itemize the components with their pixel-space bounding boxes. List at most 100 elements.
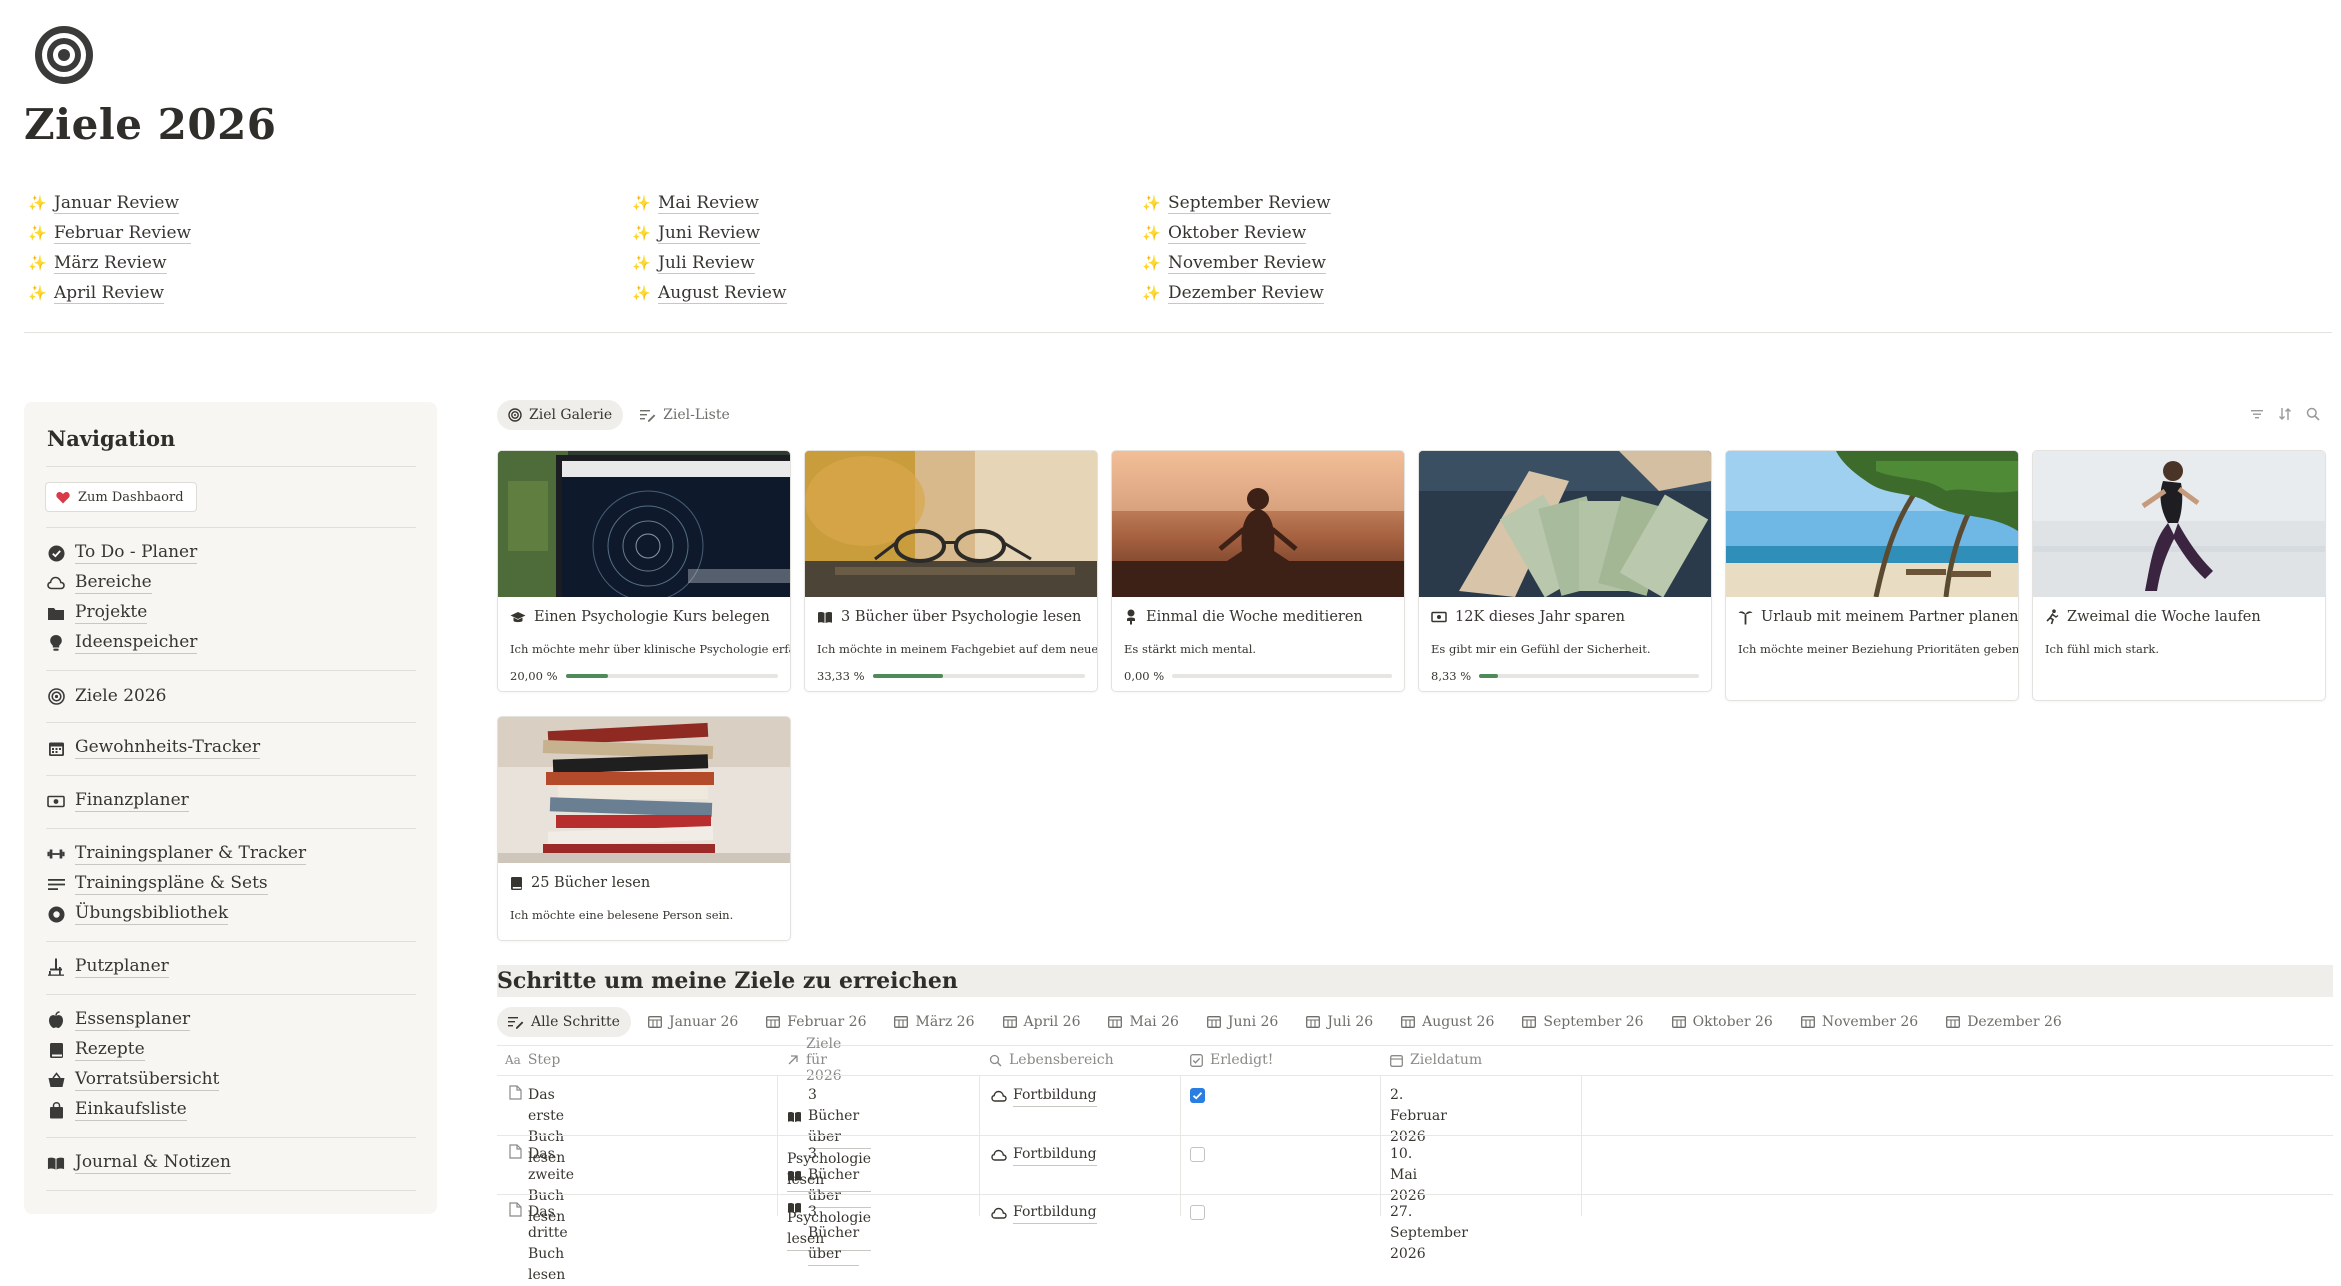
tab-maerz[interactable]: März 26	[883, 1007, 985, 1037]
table-row-date[interactable]: 27. September 2026	[1390, 1202, 1468, 1265]
tab-alle-schritte[interactable]: Alle Schritte	[497, 1007, 631, 1037]
goal-card[interactable]: 25 Bücher lesen Ich möchte eine belesene…	[497, 716, 791, 941]
nav-item-trainingsplaene[interactable]: Trainingspläne & Sets	[47, 869, 268, 899]
progress-bar	[1479, 674, 1699, 678]
table-icon	[1306, 1016, 1321, 1028]
review-link[interactable]: ✨ November Review	[1142, 248, 1331, 278]
done-checkbox[interactable]	[1190, 1088, 1205, 1103]
sparkles-icon: ✨	[1142, 224, 1161, 242]
tab-november[interactable]: November 26	[1790, 1007, 1929, 1037]
target-icon[interactable]	[33, 24, 95, 86]
nav-item-putzplaner[interactable]: Putzplaner	[47, 952, 169, 982]
nav-item-vorratsuebersicht[interactable]: Vorratsübersicht	[47, 1065, 220, 1095]
sparkles-icon: ✨	[28, 194, 47, 212]
target-icon	[508, 408, 522, 422]
review-link[interactable]: ✨ September Review	[1142, 188, 1331, 218]
tab-ziel-liste[interactable]: Ziel-Liste	[629, 400, 741, 430]
column-header-erledigt[interactable]: Erledigt!	[1190, 1045, 1273, 1075]
nav-item-trainingsplaner[interactable]: Trainingsplaner & Tracker	[47, 839, 307, 869]
review-link[interactable]: ✨ Oktober Review	[1142, 218, 1331, 248]
table-row-goal[interactable]: 3 Bücher über	[787, 1202, 860, 1266]
column-header-ziele[interactable]: Ziele für 2026	[787, 1036, 842, 1084]
nav-item-todo-planer[interactable]: To Do - Planer	[47, 538, 198, 568]
goal-card[interactable]: Zweimal die Woche laufen Ich fühl mich s…	[2032, 450, 2326, 701]
goal-card[interactable]: 3 Bücher über Psychologie lesen Ich möch…	[804, 450, 1098, 692]
progress-fill	[872, 674, 944, 678]
column-header-zieldatum[interactable]: Zieldatum	[1390, 1045, 1482, 1075]
goal-title: 25 Bücher lesen	[531, 875, 651, 891]
nav-item-projekte[interactable]: Projekte	[47, 598, 148, 628]
nav-item-gewohnheits-tracker[interactable]: Gewohnheits-Tracker	[47, 733, 261, 763]
goal-description: Ich möchte meiner Beziehung Prioritäten …	[1738, 642, 2018, 656]
sparkles-icon: ✨	[632, 224, 651, 242]
goal-card[interactable]: Einmal die Woche meditieren Es stärkt mi…	[1111, 450, 1405, 692]
tab-juni[interactable]: Juni 26	[1196, 1007, 1289, 1037]
progress-text: 33,33 %	[817, 669, 865, 683]
tab-ziel-galerie[interactable]: Ziel Galerie	[497, 400, 624, 430]
review-column-3: ✨ September Review ✨ Oktober Review ✨ Novem…	[1142, 188, 1331, 308]
tab-januar[interactable]: Januar 26	[637, 1007, 749, 1037]
tab-april[interactable]: April 26	[992, 1007, 1092, 1037]
review-link[interactable]: ✨ Februar Review	[28, 218, 192, 248]
review-link[interactable]: ✨ April Review	[28, 278, 191, 308]
goal-progress: 20,00 %	[498, 661, 790, 691]
table-row-area[interactable]: Fortbildung	[991, 1202, 1097, 1224]
goal-title: Einen Psychologie Kurs belegen	[534, 609, 770, 625]
checkbox-unchecked[interactable]	[1190, 1147, 1205, 1162]
nav-item-finanzplaner[interactable]: Finanzplaner	[47, 786, 189, 816]
review-column-1: ✨ Januar Review ✨ Februar Review ✨ März Rev…	[28, 188, 192, 308]
nav-item-essensplaner[interactable]: Essensplaner	[47, 1005, 191, 1035]
goal-card[interactable]: Urlaub mit meinem Partner planen Ich möc…	[1725, 450, 2019, 701]
checkbox-checked[interactable]	[1190, 1088, 1205, 1103]
tab-september[interactable]: September 26	[1511, 1007, 1654, 1037]
nav-item-uebungsbibliothek[interactable]: Übungsbibliothek	[47, 899, 229, 929]
nav-item-ideenspeicher[interactable]: Ideenspeicher	[47, 628, 198, 658]
tab-oktober[interactable]: Oktober 26	[1661, 1007, 1784, 1037]
goal-card[interactable]: 12K dieses Jahr sparen Es gibt mir ein G…	[1418, 450, 1712, 692]
nav-item-bereiche[interactable]: Bereiche	[47, 568, 152, 598]
done-checkbox[interactable]	[1190, 1147, 1205, 1162]
goal-title: Urlaub mit meinem Partner planen	[1761, 609, 2018, 625]
text-property-icon: Aa	[505, 1053, 521, 1067]
review-link[interactable]: ✨ Juni Review	[632, 218, 787, 248]
sparkles-icon: ✨	[28, 254, 47, 272]
nav-item-journal[interactable]: Journal & Notizen	[47, 1148, 231, 1178]
nav-item-ziele-2026[interactable]: Ziele 2026	[47, 681, 166, 711]
palm-tree-icon	[1738, 609, 1753, 625]
progress-text: 8,33 %	[1431, 669, 1472, 683]
tab-juli[interactable]: Juli 26	[1295, 1007, 1384, 1037]
review-link[interactable]: ✨ Januar Review	[28, 188, 191, 218]
filter-icon[interactable]	[2249, 406, 2265, 422]
table-row-area[interactable]: Fortbildung	[991, 1144, 1097, 1166]
review-link[interactable]: ✨ Juli Review	[632, 248, 787, 278]
table-row-date[interactable]: 2. Februar 2026	[1390, 1085, 1447, 1148]
table-row-area[interactable]: Fortbildung	[991, 1085, 1097, 1107]
cover-image-runner	[2033, 451, 2325, 597]
divider	[46, 722, 416, 723]
table-row-date[interactable]: 10. Mai 2026	[1390, 1144, 1426, 1207]
nav-item-einkaufsliste[interactable]: Einkaufsliste	[47, 1095, 187, 1125]
checkbox-unchecked[interactable]	[1190, 1205, 1205, 1220]
column-header-step[interactable]: Aa Step	[505, 1045, 560, 1075]
dashboard-button[interactable]: Zum Dashbaord	[45, 482, 197, 512]
goal-description: Es stärkt mich mental.	[1124, 642, 1257, 656]
tab-dezember[interactable]: Dezember 26	[1935, 1007, 2073, 1037]
column-header-lebensbereich[interactable]: Lebensbereich	[989, 1045, 1114, 1075]
table-row-step[interactable]: Das dritte Buch lesen	[509, 1202, 568, 1286]
table-icon	[766, 1016, 781, 1028]
done-checkbox[interactable]	[1190, 1205, 1205, 1220]
review-link[interactable]: ✨ März Review	[28, 248, 191, 278]
goal-card[interactable]: Einen Psychologie Kurs belegen Ich möcht…	[497, 450, 791, 692]
review-link[interactable]: ✨ Dezember Review	[1142, 278, 1331, 308]
tab-august[interactable]: August 26	[1390, 1007, 1505, 1037]
tab-februar[interactable]: Februar 26	[755, 1007, 877, 1037]
tab-mai[interactable]: Mai 26	[1097, 1007, 1189, 1037]
nav-item-rezepte[interactable]: Rezepte	[47, 1035, 145, 1065]
divider	[46, 1137, 416, 1138]
review-link[interactable]: ✨ August Review	[632, 278, 787, 308]
divider	[46, 1190, 416, 1191]
review-link[interactable]: ✨ Mai Review	[632, 188, 787, 218]
sort-icon[interactable]	[2277, 406, 2293, 422]
goal-title: Einmal die Woche meditieren	[1146, 609, 1363, 625]
search-icon[interactable]	[2305, 406, 2321, 422]
